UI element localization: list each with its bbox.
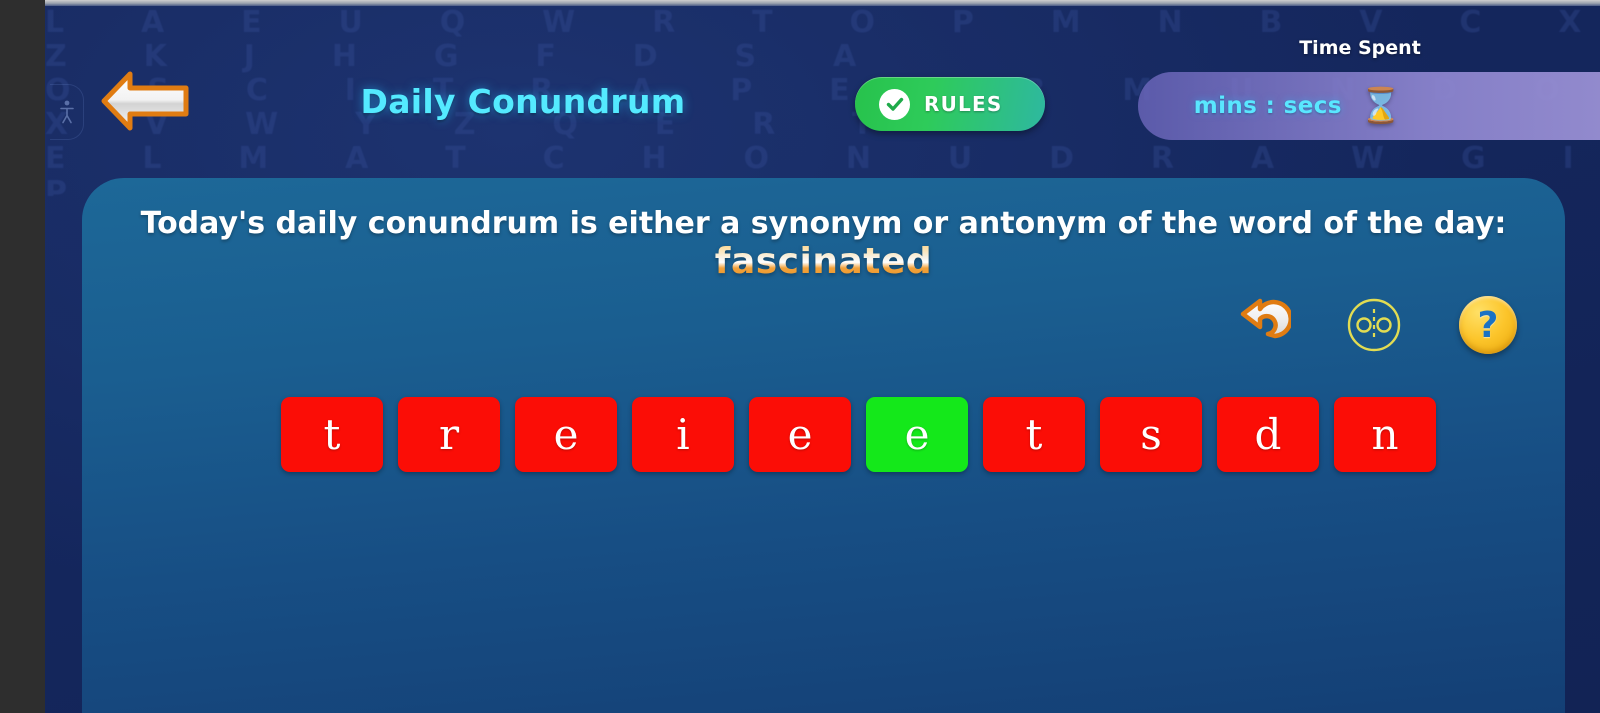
accessibility-icon[interactable] [50, 84, 84, 140]
letter-tile[interactable]: s [1100, 397, 1202, 472]
conundrum-prompt: Today's daily conundrum is either a syno… [140, 206, 1507, 241]
letter-tile[interactable]: d [1217, 397, 1319, 472]
letter-tile-selected[interactable]: e [866, 397, 968, 472]
letter-tile[interactable]: t [983, 397, 1085, 472]
letter-tile[interactable]: r [398, 397, 500, 472]
rules-button[interactable]: RULES [855, 77, 1045, 131]
letter-tile[interactable]: t [281, 397, 383, 472]
app-root: L A E U Q W R T O P M N B V C X Z K J H … [0, 0, 1600, 713]
timer-pill: mins : secs ⌛ [1138, 72, 1600, 140]
letter-tile-row: t r e i e e t s d n [281, 397, 1436, 472]
page-title: Daily Conundrum [360, 82, 686, 121]
letter-tile[interactable]: n [1334, 397, 1436, 472]
letter-tile[interactable]: e [515, 397, 617, 472]
word-of-the-day: fascinated [82, 241, 1565, 282]
letter-tile[interactable]: i [632, 397, 734, 472]
mirror-icon[interactable] [1343, 294, 1405, 356]
game-panel: Today's daily conundrum is either a syno… [82, 178, 1565, 713]
reset-icon[interactable] [1229, 294, 1291, 356]
game-stage: L A E U Q W R T O P M N B V C X Z K J H … [45, 6, 1600, 713]
time-spent-label: Time Spent [1299, 37, 1421, 59]
back-button[interactable] [100, 68, 192, 134]
help-icon-label: ? [1459, 296, 1517, 354]
help-icon[interactable]: ? [1457, 294, 1519, 356]
action-icon-group: ? [1229, 294, 1519, 356]
letter-tile[interactable]: e [749, 397, 851, 472]
os-left-gutter [0, 0, 45, 713]
timer-value: mins : secs [1193, 93, 1342, 119]
rules-button-label: RULES [924, 92, 1003, 116]
hourglass-icon: ⌛ [1359, 86, 1403, 126]
check-circle-icon [879, 88, 910, 120]
